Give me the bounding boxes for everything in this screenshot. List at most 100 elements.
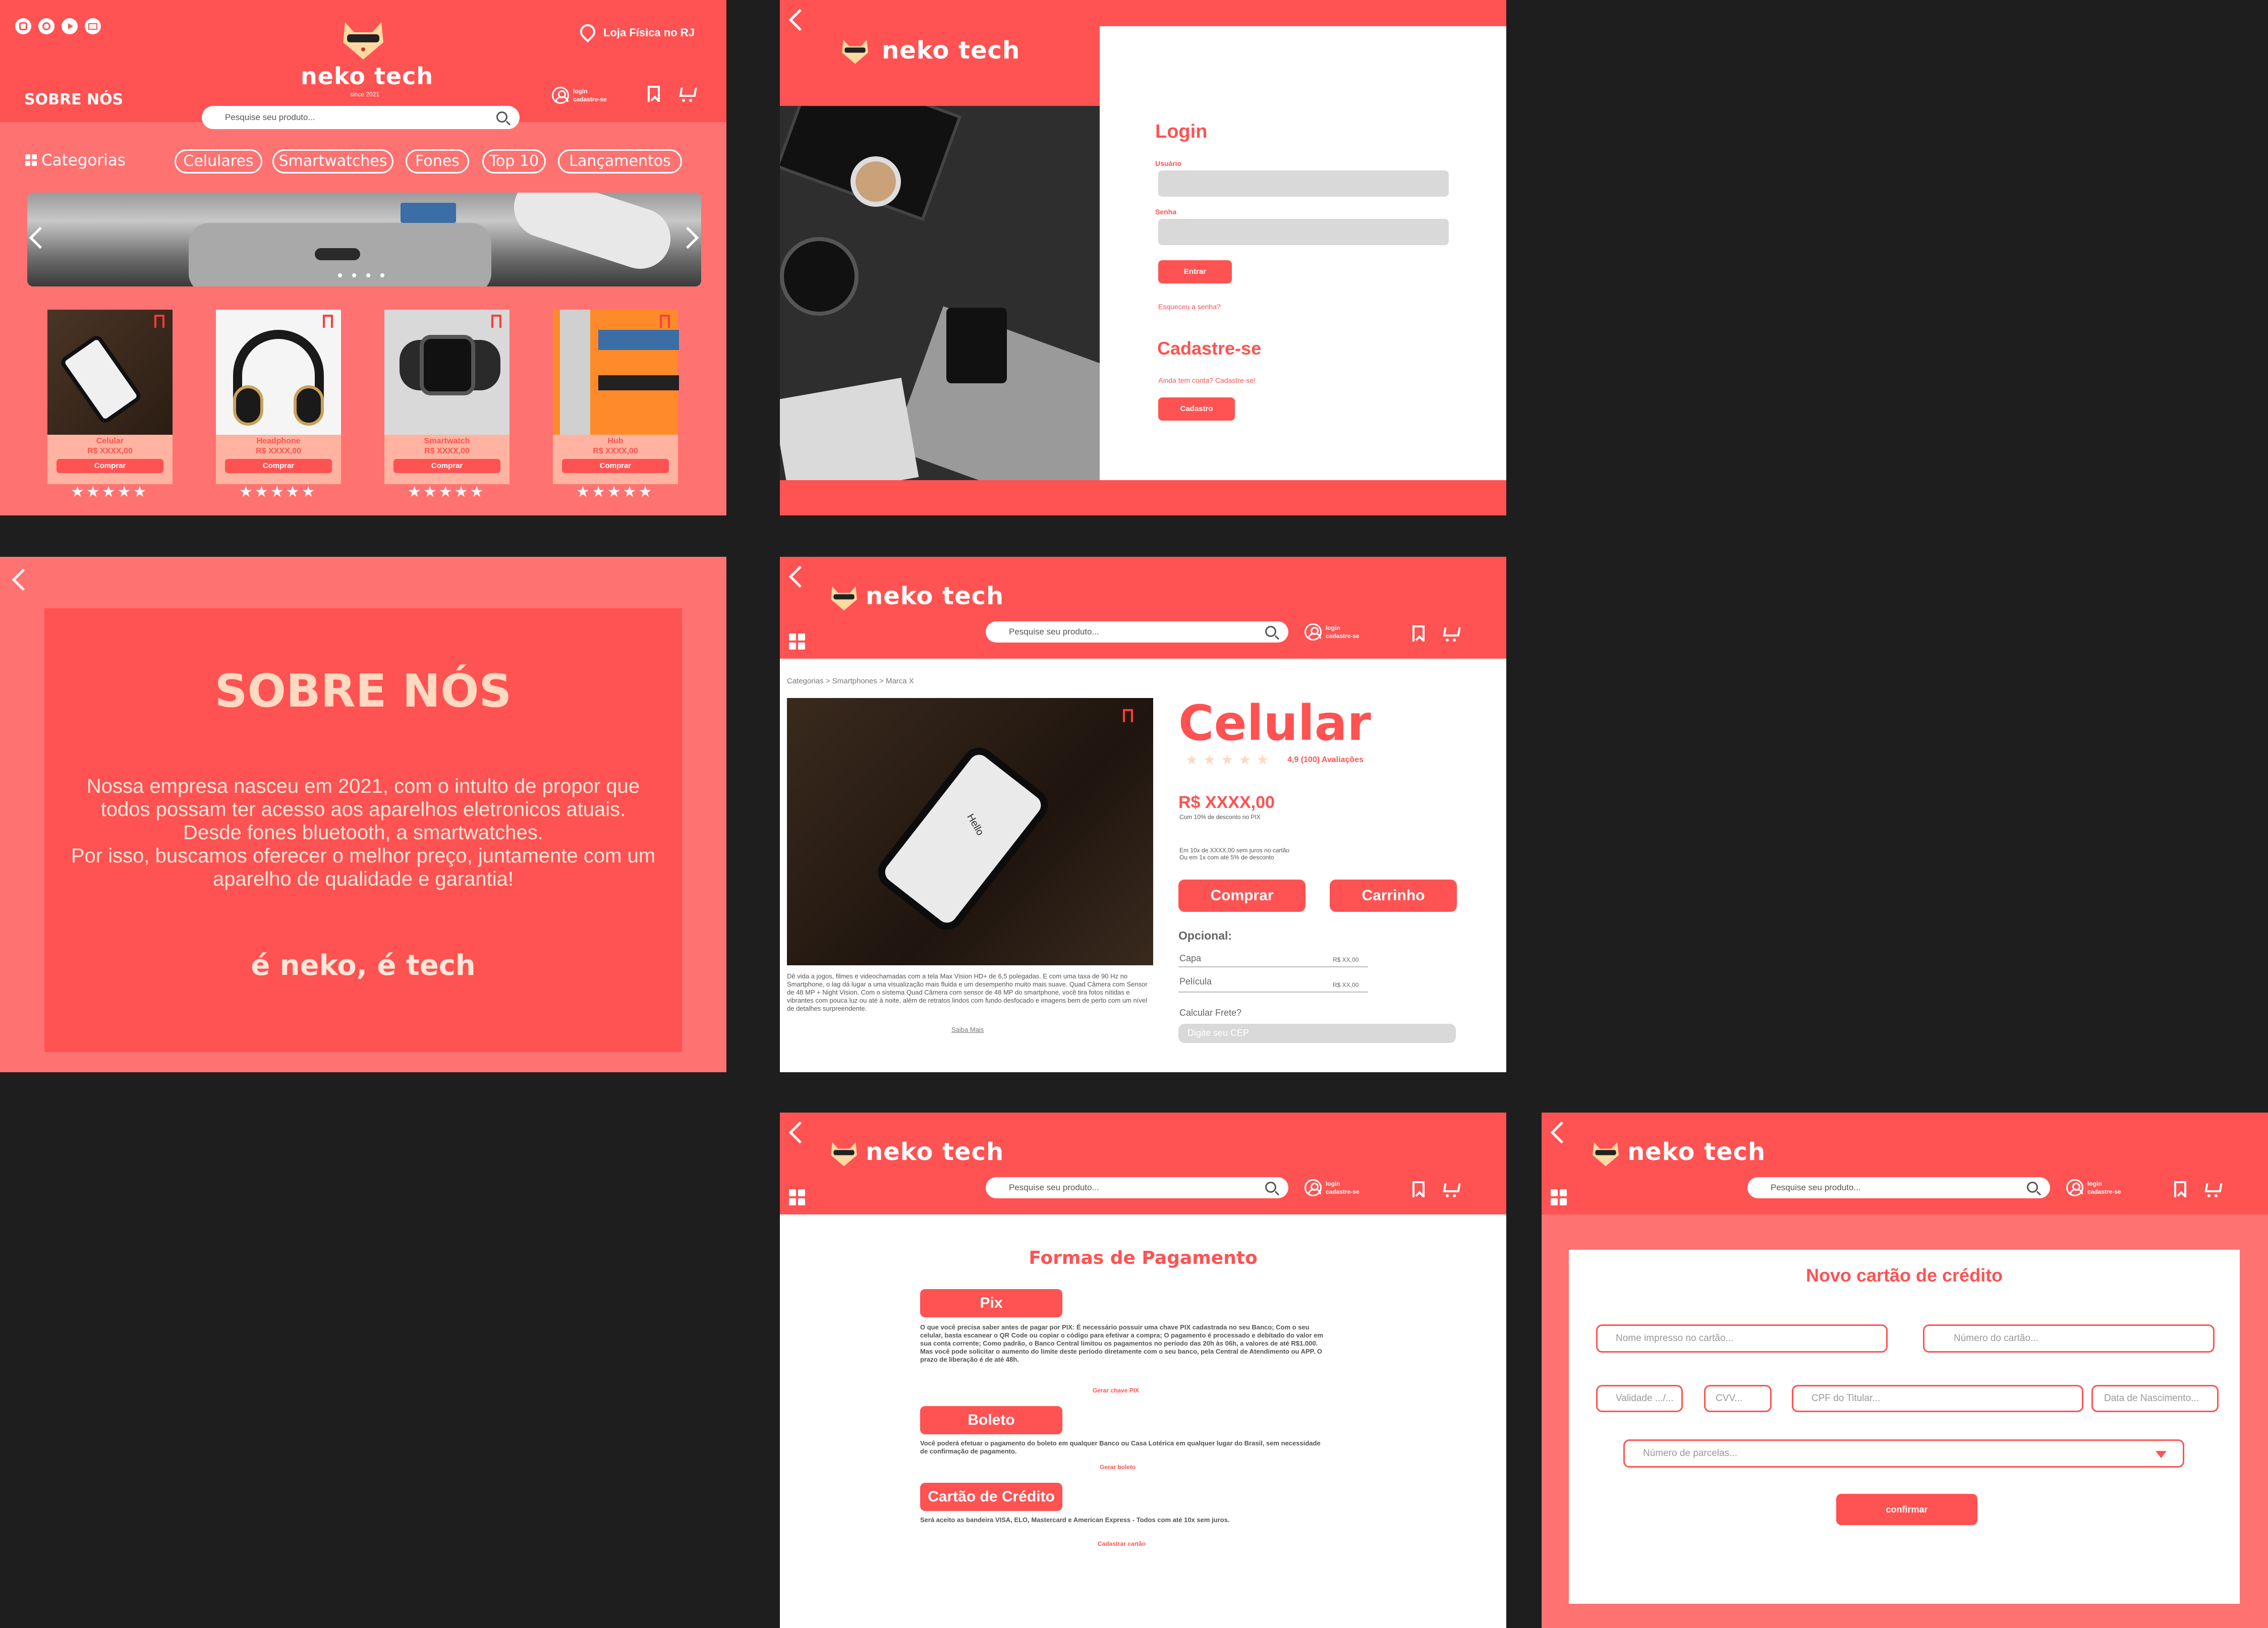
confirm-button[interactable]: confirmar bbox=[1836, 1494, 1977, 1525]
installments-select[interactable]: Número de parcelas... bbox=[1623, 1439, 2184, 1468]
search-input[interactable]: Pesquise seu produto... bbox=[202, 106, 520, 129]
product-price: R$ XXXX,00 bbox=[1178, 793, 1275, 812]
pix-generate-link[interactable]: Gerar chave PIX bbox=[1093, 1387, 1139, 1394]
category-fones[interactable]: Fones bbox=[406, 149, 469, 173]
search-input[interactable]: Pesquise seu produto... bbox=[1747, 1177, 2050, 1198]
bookmark-icon[interactable] bbox=[1412, 625, 1425, 642]
youtube-icon[interactable] bbox=[62, 18, 78, 34]
user-icon[interactable] bbox=[552, 87, 569, 104]
about-link[interactable]: SOBRE NÓS bbox=[24, 91, 123, 108]
cart-icon[interactable] bbox=[678, 87, 695, 102]
enter-button[interactable]: Entrar bbox=[1158, 260, 1232, 283]
grid-icon[interactable] bbox=[1551, 1189, 1568, 1206]
pix-text: O que você precisa saber antes de pagar … bbox=[920, 1323, 1324, 1363]
bookmark-icon[interactable] bbox=[323, 315, 333, 328]
mail-icon[interactable] bbox=[85, 18, 101, 34]
cart-icon[interactable] bbox=[1442, 626, 1459, 642]
about-panel: SOBRE NÓS Nossa empresa nasceu em 2021, … bbox=[44, 608, 682, 1052]
credit-card-button[interactable]: Cartão de Crédito bbox=[920, 1483, 1062, 1511]
product-card-celular[interactable]: Celular R$ XXXX,00 Comprar bbox=[47, 310, 173, 484]
installments-placeholder: Número de parcelas... bbox=[1643, 1448, 1737, 1459]
carousel-dots[interactable] bbox=[338, 273, 388, 278]
buy-button[interactable]: Comprar bbox=[1178, 880, 1306, 912]
whatsapp-icon[interactable] bbox=[38, 18, 54, 34]
brand-name: neko tech bbox=[866, 1138, 1004, 1166]
user-field[interactable] bbox=[1158, 170, 1449, 197]
bookmark-icon[interactable] bbox=[1412, 1181, 1425, 1197]
product-name: Celular bbox=[96, 437, 124, 445]
product-card-hub[interactable]: Hub R$ XXXX,00 Comprar bbox=[553, 310, 679, 484]
cpf-input[interactable]: CPF do Titular... bbox=[1792, 1385, 2083, 1412]
breadcrumb[interactable]: Categorias > Smartphones > Marca X bbox=[787, 677, 914, 685]
bookmark-icon[interactable] bbox=[154, 315, 164, 328]
category-lancamentos[interactable]: Lançamentos bbox=[558, 149, 682, 173]
category-smartwatches[interactable]: Smartwatches bbox=[272, 149, 393, 173]
option-case[interactable]: Capa bbox=[1179, 953, 1201, 964]
search-icon[interactable] bbox=[496, 111, 507, 123]
search-input[interactable]: Pesquise seu produto... bbox=[986, 1177, 1288, 1198]
read-more-link[interactable]: Saiba Mais bbox=[951, 1026, 984, 1033]
signup-link[interactable]: cadastre-se bbox=[2087, 1188, 2121, 1195]
banner-carousel[interactable] bbox=[27, 193, 701, 286]
category-celulares[interactable]: Celulares bbox=[175, 149, 262, 173]
add-to-cart-button[interactable]: Carrinho bbox=[1330, 880, 1457, 912]
signup-link[interactable]: cadastre-se bbox=[1326, 632, 1359, 639]
cart-icon[interactable] bbox=[1442, 1182, 1459, 1197]
cat-logo-icon bbox=[1590, 1139, 1621, 1167]
buy-button[interactable]: Comprar bbox=[393, 459, 500, 473]
login-link[interactable]: login bbox=[2087, 1180, 2102, 1187]
grid-icon[interactable] bbox=[789, 633, 806, 651]
birth-date-input[interactable]: Data de Nascimento... bbox=[2091, 1385, 2219, 1412]
product-rating[interactable]: 4,9 (100) Avaliações bbox=[1287, 755, 1364, 765]
cep-input[interactable]: Digite seu CEP bbox=[1178, 1024, 1456, 1043]
search-input[interactable]: Pesquise seu produto... bbox=[986, 621, 1288, 643]
bookmark-icon[interactable] bbox=[491, 315, 501, 328]
instagram-icon[interactable] bbox=[15, 18, 31, 34]
login-link[interactable]: login bbox=[1326, 624, 1340, 631]
cart-icon[interactable] bbox=[2203, 1182, 2221, 1197]
card-name-input[interactable]: Nome impresso no cartão... bbox=[1596, 1324, 1888, 1353]
product-card-smartwatch[interactable]: Smartwatch R$ XXXX,00 Comprar bbox=[384, 310, 509, 484]
category-top10[interactable]: Top 10 bbox=[482, 149, 546, 173]
signup-link[interactable]: cadastre-se bbox=[1326, 1188, 1359, 1195]
card-number-input[interactable]: Número do cartão... bbox=[1923, 1324, 2215, 1353]
forgot-password-link[interactable]: Esqueceu a senha? bbox=[1158, 303, 1221, 311]
bookmark-icon[interactable] bbox=[648, 86, 660, 102]
product-image-phone bbox=[47, 310, 173, 435]
no-account-link[interactable]: Ainda tem conta? Cadastre-se! bbox=[1158, 376, 1256, 384]
search-icon[interactable] bbox=[1265, 1182, 1276, 1193]
bookmark-icon[interactable] bbox=[660, 315, 670, 328]
validity-input[interactable]: Validade .../... bbox=[1596, 1385, 1683, 1412]
user-icon[interactable] bbox=[2066, 1179, 2083, 1196]
option-film[interactable]: Película bbox=[1179, 976, 1212, 987]
store-label[interactable]: Loja Física no RJ bbox=[603, 26, 695, 39]
back-arrow-icon[interactable] bbox=[12, 568, 34, 591]
boleto-generate-link[interactable]: Gerar boleto bbox=[1100, 1464, 1136, 1471]
back-arrow-icon[interactable] bbox=[788, 9, 811, 31]
cat-logo-icon bbox=[839, 36, 871, 65]
signup-button[interactable]: Cadastro bbox=[1158, 397, 1235, 421]
categories-label[interactable]: Categorias bbox=[41, 151, 126, 169]
signup-link[interactable]: cadastre-se bbox=[573, 96, 607, 103]
login-link[interactable]: login bbox=[1326, 1180, 1340, 1187]
buy-button[interactable]: Comprar bbox=[225, 459, 332, 473]
buy-button[interactable]: Comprar bbox=[562, 459, 669, 473]
bookmark-icon[interactable] bbox=[2174, 1181, 2186, 1197]
desk-photo bbox=[780, 106, 1100, 480]
boleto-button[interactable]: Boleto bbox=[920, 1406, 1062, 1434]
cvv-input[interactable]: CVV... bbox=[1704, 1385, 1772, 1412]
product-price: R$ XXXX,00 bbox=[424, 447, 470, 455]
pix-button[interactable]: Pix bbox=[920, 1289, 1062, 1317]
user-icon[interactable] bbox=[1305, 623, 1322, 641]
search-icon[interactable] bbox=[1265, 626, 1276, 637]
grid-icon[interactable] bbox=[789, 1189, 806, 1206]
buy-button[interactable]: Comprar bbox=[56, 459, 163, 473]
register-card-link[interactable]: Cadastrar cartão bbox=[1098, 1540, 1146, 1547]
bookmark-icon[interactable] bbox=[1123, 709, 1133, 722]
login-link[interactable]: login bbox=[573, 88, 588, 95]
user-icon[interactable] bbox=[1305, 1179, 1322, 1196]
password-field[interactable] bbox=[1158, 219, 1449, 245]
product-card-headphone[interactable]: Headphone R$ XXXX,00 Comprar bbox=[216, 310, 341, 484]
chevron-down-icon[interactable] bbox=[2156, 1451, 2167, 1458]
search-icon[interactable] bbox=[2027, 1182, 2038, 1193]
